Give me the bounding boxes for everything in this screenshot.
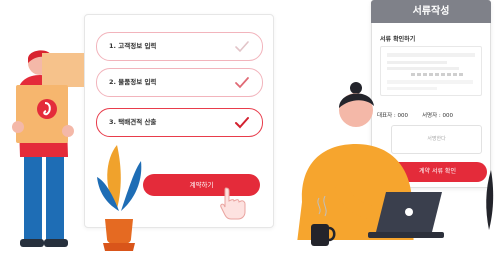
potted-plant-illustration (95, 139, 145, 255)
check-icon (234, 75, 250, 94)
pointer-hand-icon (218, 186, 250, 224)
step-label: 3. 택배견적 산출 (109, 118, 157, 126)
step-item-customer-info[interactable]: 1. 고객정보 입력 (96, 32, 263, 61)
document-check-label: 서류 확인하기 (380, 36, 416, 43)
person-with-box-illustration (0, 45, 100, 255)
check-icon (234, 115, 250, 134)
step-item-delivery-quote[interactable]: 3. 택배견적 산출 (96, 108, 263, 137)
step-item-product-info[interactable]: 2. 물품정보 입력 (96, 68, 263, 97)
document-form-title: 서류작성 (371, 0, 491, 23)
coffee-mug-illustration (307, 195, 337, 255)
step-label: 1. 고객정보 입력 (109, 42, 157, 50)
small-plant-illustration (483, 170, 495, 234)
check-icon (234, 39, 250, 58)
step-label: 2. 물품정보 입력 (109, 78, 157, 86)
